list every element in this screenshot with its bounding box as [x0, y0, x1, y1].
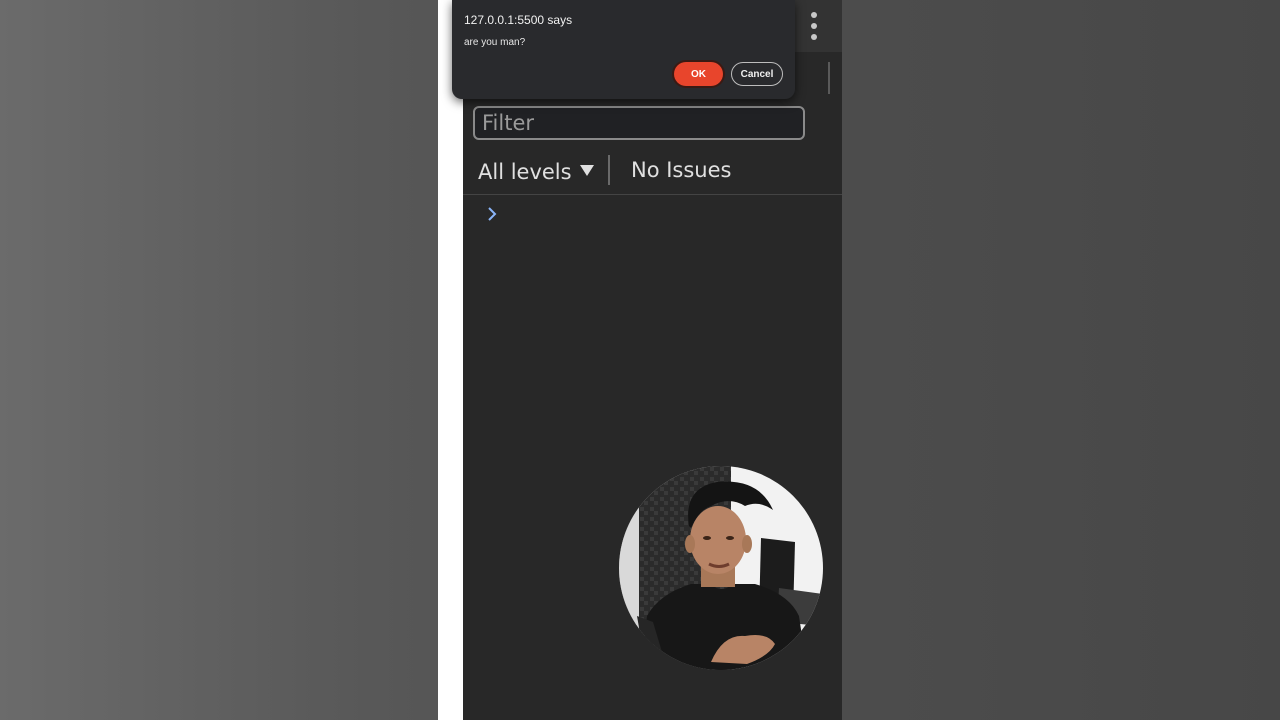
- kebab-menu-icon[interactable]: [811, 12, 817, 40]
- alert-dialog: 127.0.0.1:5500 says are you man? OK Canc…: [452, 0, 795, 99]
- cancel-button[interactable]: Cancel: [731, 62, 783, 86]
- log-levels-label: All levels: [478, 160, 572, 184]
- log-levels-dropdown[interactable]: All levels: [478, 158, 594, 186]
- presenter-video-image: [619, 466, 823, 670]
- dropdown-triangle-icon: [579, 164, 594, 176]
- toolbar-divider: [828, 62, 830, 94]
- issues-counter[interactable]: No Issues: [631, 158, 731, 182]
- console-filter-input[interactable]: [473, 106, 805, 140]
- chevron-right-icon[interactable]: [485, 204, 499, 224]
- webcam-overlay: [619, 466, 823, 670]
- ok-button[interactable]: OK: [674, 62, 723, 86]
- dialog-message: are you man?: [464, 37, 526, 48]
- dialog-title: 127.0.0.1:5500 says: [464, 13, 573, 27]
- filter-divider: [608, 155, 610, 185]
- page-viewport: [438, 0, 463, 720]
- console-filter-bar: All levels No Issues: [463, 150, 842, 195]
